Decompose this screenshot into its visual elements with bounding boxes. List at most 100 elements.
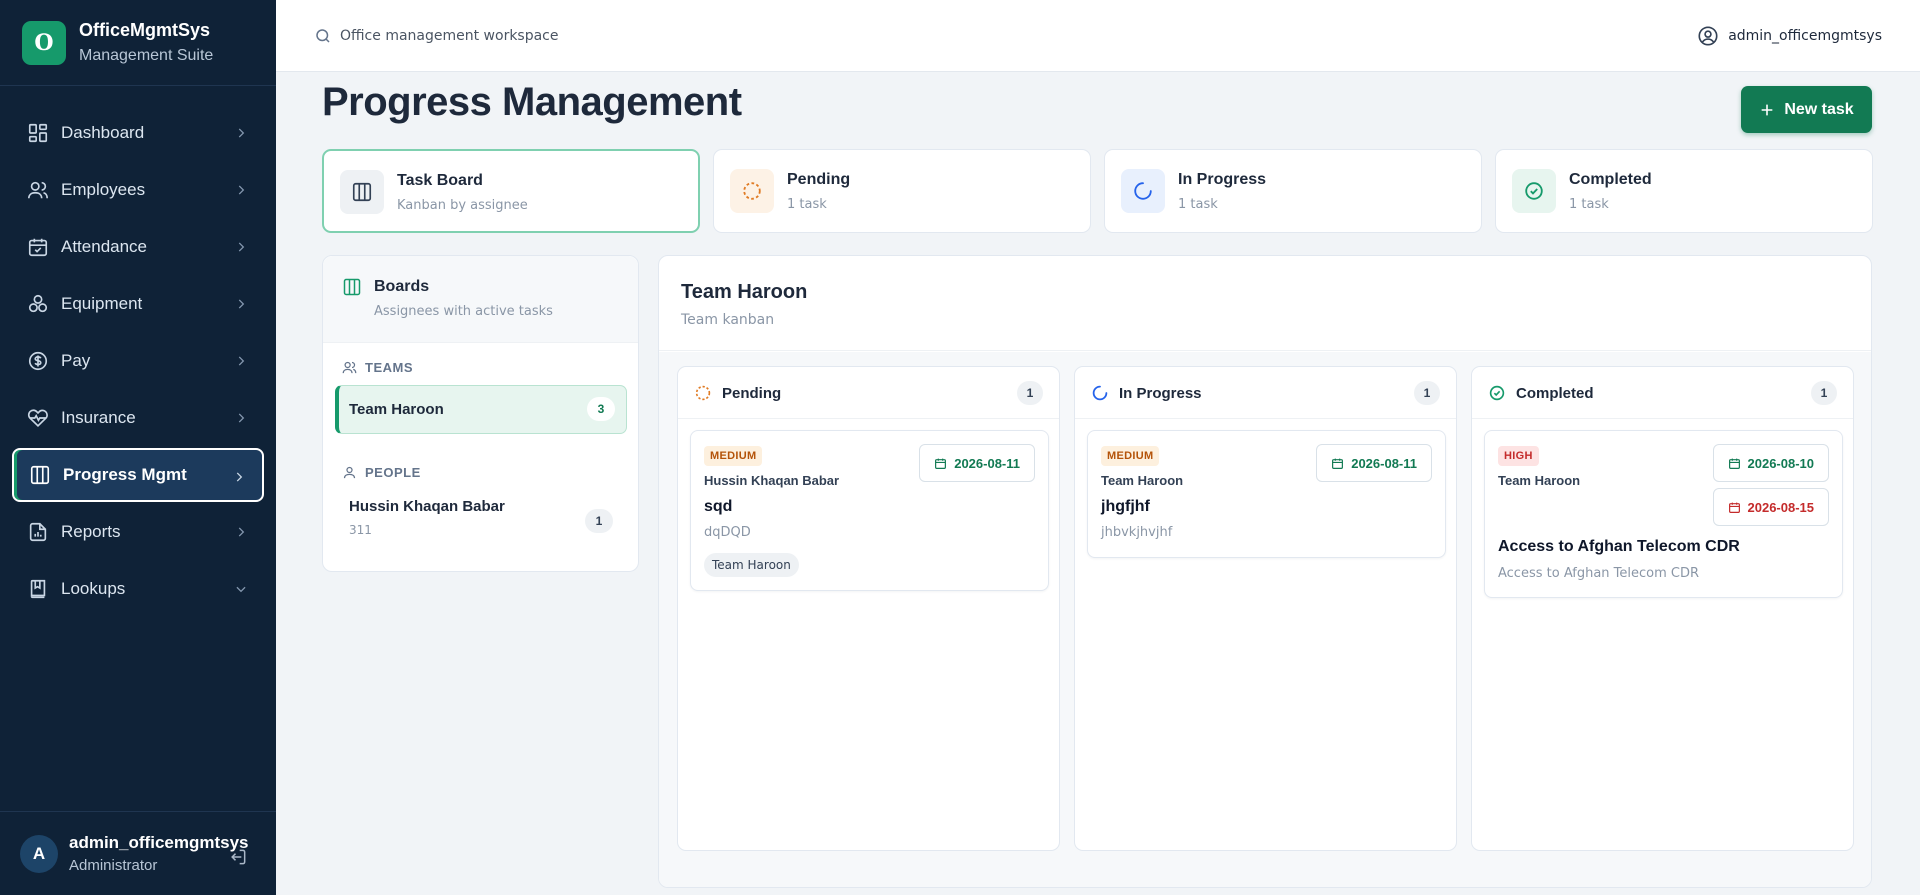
sidebar-item-label: Insurance <box>61 408 136 427</box>
card-description: dqDQD <box>704 525 751 540</box>
calendar-check-icon <box>28 238 48 257</box>
person-task-count: 1 <box>585 509 613 533</box>
footer-user-role: Administrator <box>69 857 158 874</box>
check-circle-icon <box>1489 385 1505 401</box>
sidebar-item-equipment[interactable]: Equipment <box>12 277 264 331</box>
sidebar-item-employees[interactable]: Employees <box>12 163 264 217</box>
brand-logo[interactable]: O <box>22 20 66 65</box>
column-title: Pending <box>722 385 782 402</box>
team-task-count: 3 <box>587 397 615 421</box>
sidebar-item-label: Pay <box>61 351 91 370</box>
stat-in-progress[interactable]: In Progress 1 task <box>1104 149 1482 233</box>
search-input[interactable] <box>340 24 740 48</box>
chevron-right-icon <box>238 356 245 366</box>
sidebar-item-attendance[interactable]: Attendance <box>12 220 264 274</box>
priority-badge: HIGH <box>1498 446 1539 466</box>
dashboard-icon <box>28 123 48 143</box>
sidebar-item-lookups[interactable]: Lookups <box>12 562 264 616</box>
footer-username: admin_officemgmtsys <box>69 833 249 852</box>
topbar: admin_officemgmtsys <box>276 0 1920 72</box>
column-title: In Progress <box>1119 385 1202 402</box>
team-kanban-header: Team Haroon Team kanban <box>659 256 1871 351</box>
calendar-icon <box>1332 458 1344 469</box>
stat-title: In Progress <box>1178 171 1267 188</box>
boards-header: Boards Assignees with active tasks <box>323 256 638 343</box>
search-icon <box>316 29 330 43</box>
kanban-board: Pending 1 MEDIUM 2026-08-11 Hussin Khaqa… <box>659 352 1871 887</box>
sidebar-item-pay[interactable]: Pay <box>12 334 264 388</box>
card-assignee: Team Haroon <box>1101 473 1184 488</box>
equipment-icon <box>28 294 48 313</box>
sidebar-item-label: Dashboard <box>61 123 145 142</box>
logout-icon[interactable] <box>228 847 248 867</box>
calendar-icon <box>1728 502 1740 513</box>
avatar[interactable]: A <box>20 834 58 873</box>
board-item-person[interactable]: Hussin Khaqan Babar 311 1 <box>335 494 627 548</box>
sidebar: O OfficeMgmtSys Management Suite Dashboa… <box>0 0 276 895</box>
sidebar-item-dashboard[interactable]: Dashboard <box>12 106 264 160</box>
card-title: jhgfjhf <box>1101 498 1150 515</box>
card-description: jhbvkjhvjhf <box>1101 525 1173 540</box>
plus-icon <box>1761 104 1773 115</box>
sidebar-item-progress-mgmt[interactable]: Progress Mgmt <box>12 448 264 502</box>
column-count: 1 <box>1811 381 1837 405</box>
page-title: Progress Management <box>322 80 742 124</box>
stat-icon-box <box>730 169 774 213</box>
user-menu[interactable]: admin_officemgmtsys <box>1697 25 1882 47</box>
calendar-icon <box>935 458 947 469</box>
users-icon <box>342 361 357 374</box>
stat-icon-box <box>340 170 384 214</box>
stat-icon-box <box>1512 169 1556 213</box>
sidebar-nav: Dashboard Employees Attendance Equipment… <box>0 106 276 619</box>
chevron-right-icon <box>238 413 245 423</box>
task-card[interactable]: MEDIUM 2026-08-11 Hussin Khaqan Babar sq… <box>690 430 1049 591</box>
spinner-icon <box>1092 385 1108 401</box>
people-section-label: PEOPLE <box>342 465 421 480</box>
sidebar-item-reports[interactable]: Reports <box>12 505 264 559</box>
team-name: Team Haroon <box>349 401 444 418</box>
dashed-circle-icon <box>743 182 761 200</box>
teams-label: TEAMS <box>365 360 413 375</box>
column-header: Pending 1 <box>678 367 1059 419</box>
chevron-right-icon <box>238 299 245 309</box>
board-item-team[interactable]: Team Haroon 3 <box>335 385 627 434</box>
person-name: Hussin Khaqan Babar <box>349 498 505 515</box>
teams-section-label: TEAMS <box>342 360 413 375</box>
boards-panel: Boards Assignees with active tasks TEAMS… <box>322 255 639 572</box>
column-header: Completed 1 <box>1472 367 1853 419</box>
column-count: 1 <box>1414 381 1440 405</box>
sidebar-item-label: Attendance <box>61 237 148 256</box>
kanban-column-completed: Completed 1 HIGH 2026-08-10 2026-08-15 T… <box>1471 366 1854 851</box>
stat-title: Pending <box>787 171 851 188</box>
column-header: In Progress 1 <box>1075 367 1456 419</box>
user-circle-icon <box>1698 26 1718 46</box>
chevron-right-icon <box>238 128 245 138</box>
new-task-label: New task <box>1784 100 1854 118</box>
sidebar-footer: A admin_officemgmtsys Administrator <box>0 811 276 895</box>
stat-pending[interactable]: Pending 1 task <box>713 149 1091 233</box>
due-date-pill: 2026-08-11 <box>919 444 1035 482</box>
chevron-right-icon <box>238 527 245 537</box>
due-date: 2026-08-11 <box>1351 455 1417 471</box>
new-task-button[interactable]: New task <box>1741 86 1872 133</box>
columns-icon <box>30 465 50 485</box>
team-kanban-panel: Team Haroon Team kanban Pending 1 MEDIUM… <box>658 255 1872 888</box>
sidebar-item-label: Equipment <box>61 294 143 313</box>
sidebar-item-label: Progress Mgmt <box>63 465 187 484</box>
stat-completed[interactable]: Completed 1 task <box>1495 149 1873 233</box>
sidebar-item-label: Lookups <box>61 579 126 598</box>
heart-pulse-icon <box>27 409 48 427</box>
brand-name[interactable]: OfficeMgmtSys <box>79 20 213 41</box>
stat-subtitle: 1 task <box>787 197 827 212</box>
stat-task-board[interactable]: Task Board Kanban by assignee <box>322 149 700 233</box>
users-icon <box>28 181 48 199</box>
stat-subtitle: Kanban by assignee <box>397 198 528 213</box>
pay-icon <box>28 351 48 371</box>
card-tag: Team Haroon <box>704 553 799 577</box>
priority-badge: MEDIUM <box>704 446 763 466</box>
sidebar-item-insurance[interactable]: Insurance <box>12 391 264 445</box>
task-card[interactable]: HIGH 2026-08-10 2026-08-15 Team Haroon A… <box>1484 430 1843 598</box>
task-card[interactable]: MEDIUM 2026-08-11 Team Haroon jhgfjhf jh… <box>1087 430 1446 558</box>
column-count: 1 <box>1017 381 1043 405</box>
due-date-pill: 2026-08-15 <box>1712 488 1829 526</box>
